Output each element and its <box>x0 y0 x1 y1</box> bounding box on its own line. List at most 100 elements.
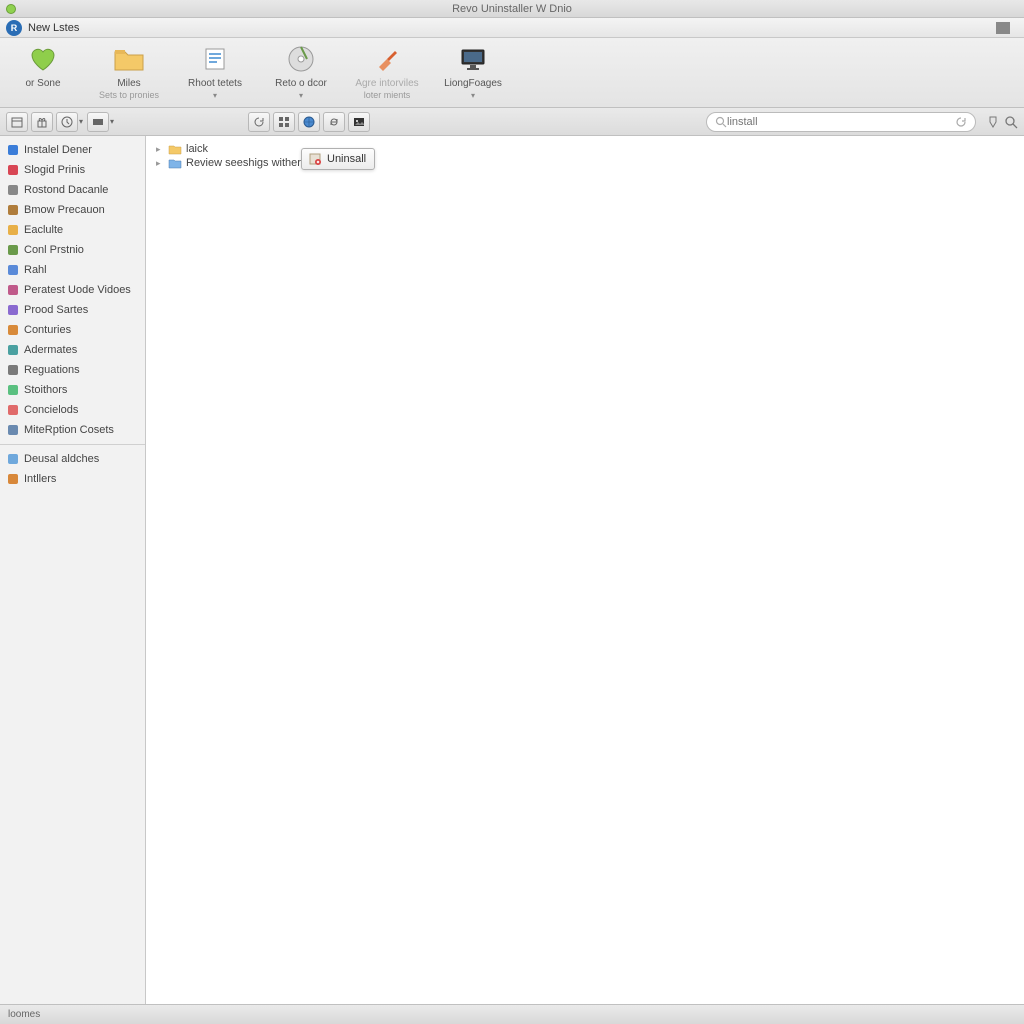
gear-icon <box>6 243 20 257</box>
monitor-icon <box>456 44 490 74</box>
box-icon <box>6 303 20 317</box>
sidebar-item-label: Conl Prstnio <box>24 242 84 258</box>
refresh-button[interactable] <box>248 112 270 132</box>
sidebar-item-13[interactable]: Concielods <box>0 400 145 420</box>
pkg-icon <box>6 472 20 486</box>
secondary-toolbar: ▾▾ <box>0 108 1024 136</box>
statusbar: loomes <box>0 1004 1024 1024</box>
pin-icon[interactable] <box>986 115 1000 129</box>
sidebar-item-label: Bmow Precauon <box>24 202 105 218</box>
search-input[interactable] <box>727 116 955 128</box>
toolbar-label: Rhoot tetets <box>172 78 258 89</box>
window-title: Revo Uninstaller W Dnio <box>0 3 1024 15</box>
puzzle-icon <box>6 343 20 357</box>
refresh-icon[interactable] <box>955 116 967 128</box>
pin-icon <box>6 163 20 177</box>
uninstall-tooltip[interactable]: Uninsall <box>301 148 375 170</box>
sidebar-item-4[interactable]: Eaclulte <box>0 220 145 240</box>
view-button[interactable] <box>87 112 109 132</box>
zoom-icon[interactable] <box>1004 115 1018 129</box>
menubar: R New Lstes <box>0 18 1024 38</box>
toolbar-btn-0[interactable]: or Sone <box>0 42 86 89</box>
toolbar-btn-2[interactable]: Rhoot tetets ▾ <box>172 42 258 100</box>
sidebar-item-11[interactable]: Reguations <box>0 360 145 380</box>
disclosure-arrow-icon[interactable]: ▸ <box>156 144 166 155</box>
tree-row-1[interactable]: ▸ Review seeshigs witherl <box>156 156 1014 170</box>
sidebar-item-1[interactable]: Slogid Prinis <box>0 160 145 180</box>
toolbar-sublabel: Sets to pronies <box>86 90 172 100</box>
sidebar-item-label: Deusal aldches <box>24 451 99 467</box>
grid-button[interactable] <box>273 112 295 132</box>
sidebar-divider <box>0 444 145 445</box>
toolbar-btn-3[interactable]: Reto o dcor ▾ <box>258 42 344 100</box>
sidebar-item-7[interactable]: Peratest Uode Vidoes <box>0 280 145 300</box>
calendar-button[interactable] <box>6 112 28 132</box>
sidebar-item-label: Adermates <box>24 342 77 358</box>
folder-icon <box>168 143 182 155</box>
sidebar-item-6[interactable]: Rahl <box>0 260 145 280</box>
sidebar-item-label: Stoithors <box>24 382 67 398</box>
cloud-icon <box>6 403 20 417</box>
sync-button[interactable] <box>323 112 345 132</box>
sidebar-item2-1[interactable]: Intllers <box>0 469 145 489</box>
toolbar-label: or Sone <box>0 78 86 89</box>
sidebar-item-14[interactable]: MiteRption Cosets <box>0 420 145 440</box>
image-button[interactable] <box>348 112 370 132</box>
folder-icon <box>112 44 146 74</box>
disc-icon <box>284 44 318 74</box>
toolbar-btn-5[interactable]: LiongFoages ▾ <box>430 42 516 100</box>
toolbar-label: LiongFoages <box>430 78 516 89</box>
tool-icon <box>6 323 20 337</box>
dropdown-arrow-icon: ▾ <box>258 91 344 100</box>
sidebar-item-label: Rostond Dacanle <box>24 182 108 198</box>
app-icon: R <box>6 20 22 36</box>
folder-icon <box>6 452 20 466</box>
sidebar-item-9[interactable]: Conturies <box>0 320 145 340</box>
app-icon <box>6 143 20 157</box>
disclosure-arrow-icon[interactable]: ▸ <box>156 158 166 169</box>
globe-button[interactable] <box>298 112 320 132</box>
minimize-icon[interactable] <box>996 22 1010 34</box>
heart-icon <box>26 44 60 74</box>
toolbar-label: Reto o dcor <box>258 78 344 89</box>
sidebar-item-12[interactable]: Stoithors <box>0 380 145 400</box>
titlebar: Revo Uninstaller W Dnio <box>0 0 1024 18</box>
gift-button[interactable] <box>31 112 53 132</box>
sidebar-item-10[interactable]: Adermates <box>0 340 145 360</box>
key-icon <box>6 383 20 397</box>
clock-button[interactable] <box>56 112 78 132</box>
menubar-label[interactable]: New Lstes <box>28 22 79 34</box>
toolbar-label: Agre intorviles <box>344 78 430 89</box>
toolbar-btn-1[interactable]: Miles Sets to pronies <box>86 42 172 100</box>
mini-drop-icon: ▾ <box>79 117 83 126</box>
sidebar-item-label: Rahl <box>24 262 47 278</box>
sidebar-item-0[interactable]: Instalel Dener <box>0 140 145 160</box>
sidebar-item-label: Reguations <box>24 362 80 378</box>
mini-drop-icon: ▾ <box>110 117 114 126</box>
sidebar-item-8[interactable]: Prood Sartes <box>0 300 145 320</box>
main-toolbar: or Sone Miles Sets to pronies Rhoot tete… <box>0 38 1024 108</box>
sidebar-item-label: Conturies <box>24 322 71 338</box>
search-box[interactable] <box>706 112 976 132</box>
video-icon <box>6 283 20 297</box>
book-icon <box>6 363 20 377</box>
search-icon <box>715 116 727 128</box>
uninstall-icon <box>308 152 322 166</box>
sidebar-item-2[interactable]: Rostond Dacanle <box>0 180 145 200</box>
sidebar-item-3[interactable]: Bmow Precauon <box>0 200 145 220</box>
sidebar-item-label: Instalel Dener <box>24 142 92 158</box>
toolbar-sublabel: loter mients <box>344 90 430 100</box>
tree-label: Review seeshigs witherl <box>186 157 303 169</box>
sidebar-item-label: Eaclulte <box>24 222 63 238</box>
sidebar-item-label: Prood Sartes <box>24 302 88 318</box>
tooltip-label: Uninsall <box>327 153 366 165</box>
sidebar-item2-0[interactable]: Deusal aldches <box>0 449 145 469</box>
folder-icon <box>168 157 182 169</box>
sidebar-item-label: Intllers <box>24 471 56 487</box>
sidebar-item-5[interactable]: Conl Prstnio <box>0 240 145 260</box>
dropdown-arrow-icon: ▾ <box>172 91 258 100</box>
brush-icon <box>370 44 404 74</box>
tree-row-0[interactable]: ▸ laick <box>156 142 1014 156</box>
doc-icon <box>198 44 232 74</box>
status-text: loomes <box>8 1009 40 1020</box>
